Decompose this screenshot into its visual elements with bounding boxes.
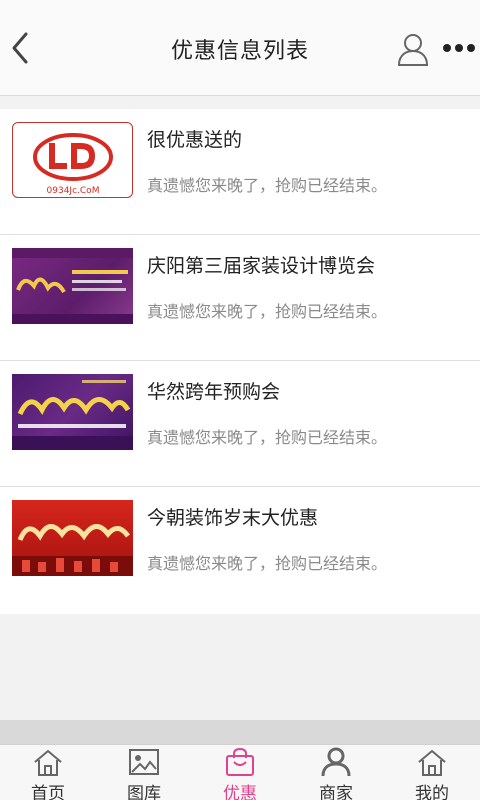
logo-caption: 0934Jc.CoM xyxy=(47,186,100,196)
tab-merchants[interactable]: 商家 xyxy=(288,745,384,800)
item-thumbnail xyxy=(12,248,133,324)
tab-label: 图库 xyxy=(127,784,161,800)
tab-home[interactable]: 首页 xyxy=(0,745,96,800)
home-icon xyxy=(418,749,446,776)
item-thumbnail xyxy=(12,500,133,576)
item-status: 真遗憾您来晚了，抢购已经结束。 xyxy=(147,554,388,573)
list-item[interactable]: 庆阳第三届家装设计博览会 真遗憾您来晚了，抢购已经结束。 xyxy=(0,235,480,361)
banner-graphic xyxy=(12,380,133,450)
item-title: 华然跨年预购会 xyxy=(147,381,281,403)
tab-label: 首页 xyxy=(31,784,65,800)
item-title: 庆阳第三届家装设计博览会 xyxy=(147,255,376,277)
item-status: 真遗憾您来晚了，抢购已经结束。 xyxy=(147,428,388,447)
item-title: 今朝装饰岁末大优惠 xyxy=(147,507,319,529)
list-item[interactable]: 0934Jc.CoM 很优惠送的 真遗憾您来晚了，抢购已经结束。 xyxy=(0,109,480,235)
list-item[interactable]: 今朝装饰岁末大优惠 真遗憾您来晚了，抢购已经结束。 xyxy=(0,487,480,613)
gallery-icon xyxy=(129,749,159,775)
tab-label: 我的 xyxy=(415,784,449,800)
item-thumbnail xyxy=(12,374,133,450)
list-item[interactable]: 华然跨年预购会 真遗憾您来晚了，抢购已经结束。 xyxy=(0,361,480,487)
banner-graphic xyxy=(12,524,133,576)
bottom-tab-bar: 首页 图库 优惠 商家 我的 xyxy=(0,744,480,800)
item-title: 很优惠送的 xyxy=(147,129,243,151)
header-bar: 优惠信息列表 xyxy=(0,0,480,96)
tab-coupons[interactable]: 优惠 xyxy=(192,745,288,800)
banner-graphic xyxy=(12,248,133,324)
home-icon xyxy=(34,749,62,776)
divider-band xyxy=(0,720,480,744)
tab-mine[interactable]: 我的 xyxy=(384,745,480,800)
shopping-bag-icon xyxy=(226,747,254,776)
tab-label: 优惠 xyxy=(223,784,257,800)
more-icon[interactable] xyxy=(442,40,476,56)
item-thumbnail: 0934Jc.CoM xyxy=(12,122,133,198)
item-status: 真遗憾您来晚了，抢购已经结束。 xyxy=(147,302,388,321)
item-status: 真遗憾您来晚了，抢购已经结束。 xyxy=(147,176,388,195)
user-icon[interactable] xyxy=(396,32,430,66)
coupon-list: 0934Jc.CoM 很优惠送的 真遗憾您来晚了，抢购已经结束。 庆阳第三届家装… xyxy=(0,109,480,614)
tab-label: 商家 xyxy=(319,784,353,800)
ld-logo-icon: 0934Jc.CoM xyxy=(33,133,113,196)
merchant-icon xyxy=(321,747,351,777)
tab-gallery[interactable]: 图库 xyxy=(96,745,192,800)
